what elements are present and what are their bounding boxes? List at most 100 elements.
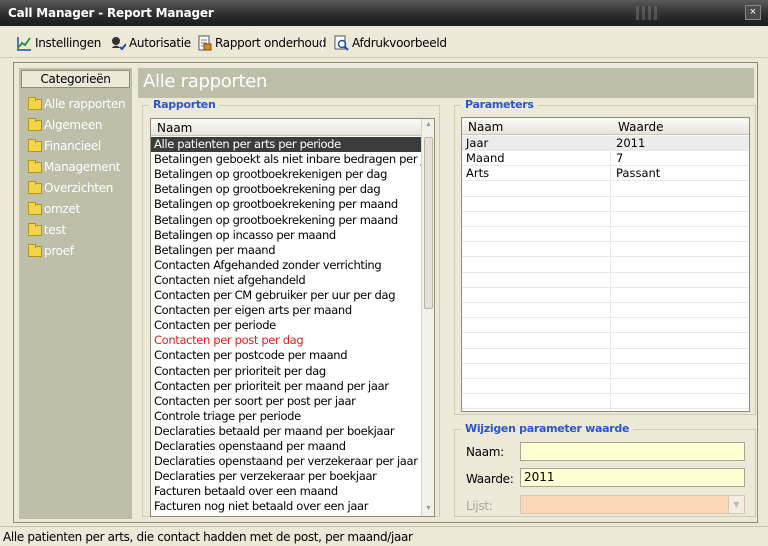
parameter-row[interactable] xyxy=(462,379,749,395)
column-header-waarde: Waarde xyxy=(618,120,664,134)
folder-icon xyxy=(28,201,42,215)
category-item-omzet[interactable]: omzet xyxy=(28,201,80,217)
close-button[interactable]: × xyxy=(745,5,761,20)
category-label: Financieel xyxy=(44,139,101,153)
parameter-row[interactable] xyxy=(462,227,749,243)
category-label: omzet xyxy=(44,202,80,216)
report-list-scrollbar[interactable]: ▲ ▼ xyxy=(421,119,434,516)
category-label: Management xyxy=(44,160,121,174)
report-list-item[interactable]: Contacten niet afgehandeld xyxy=(151,273,422,288)
report-list-item[interactable]: Betalingen op grootboekrekening per maan… xyxy=(151,197,422,212)
report-maintenance-button[interactable]: Rapport onderhoud xyxy=(196,34,327,51)
report-list-header[interactable]: Naam xyxy=(151,119,422,136)
parameter-row[interactable] xyxy=(462,288,749,303)
parameter-value: 7 xyxy=(616,151,624,166)
title-bar: Call Manager - Report Manager × xyxy=(0,0,768,26)
title-decoration xyxy=(636,6,660,20)
folder-icon xyxy=(28,180,42,194)
window-title: Call Manager - Report Manager xyxy=(8,6,214,20)
waarde-field[interactable]: 2011 xyxy=(520,468,745,487)
category-item-alle-rapporten[interactable]: Alle rapporten xyxy=(28,96,126,112)
report-list-item[interactable]: Facturen betaald over een maand xyxy=(151,484,422,499)
report-list-item[interactable]: Declaraties openstaand per verzekeraar p… xyxy=(151,454,422,469)
parameter-row[interactable] xyxy=(462,349,749,364)
parameter-row[interactable] xyxy=(462,197,749,212)
category-label: proef xyxy=(44,244,74,258)
report-list-item[interactable]: Facturen nog niet betaald over een jaar xyxy=(151,499,422,514)
column-header-naam: Naam xyxy=(157,121,193,135)
print-preview-button[interactable]: Afdrukvoorbeeld xyxy=(333,34,447,51)
category-sidebar: Categorieën Alle rapporten Algemeen Fina… xyxy=(19,68,132,519)
folder-icon xyxy=(28,159,42,173)
scroll-up-icon[interactable]: ▲ xyxy=(425,121,432,128)
toolbar-label-authorization: Autorisatie xyxy=(129,35,191,50)
parameter-name: Arts xyxy=(466,166,490,181)
parameter-row[interactable] xyxy=(462,318,749,334)
category-item-overzichten[interactable]: Overzichten xyxy=(28,180,113,196)
parameter-row[interactable]: Arts Passant xyxy=(462,166,749,182)
scroll-down-icon[interactable]: ▼ xyxy=(425,505,432,512)
toolbar-separator xyxy=(322,34,323,52)
naam-label: Naam: xyxy=(466,445,504,459)
category-item-financieel[interactable]: Financieel xyxy=(28,138,101,154)
parameter-row[interactable] xyxy=(462,242,749,258)
report-list-item[interactable]: Contacten per prioriteit per maand per j… xyxy=(151,379,422,394)
parameter-table-header: Naam Waarde xyxy=(462,118,749,135)
category-item-algemeen[interactable]: Algemeen xyxy=(28,117,103,133)
report-list-item[interactable]: Contacten Afgehanded zonder verrichting xyxy=(151,258,422,273)
report-list-item[interactable]: Contacten per periode xyxy=(151,318,422,333)
folder-icon xyxy=(28,243,42,257)
report-list-item[interactable]: Declaraties per verzekeraar per boekjaar xyxy=(151,469,422,484)
toolbar: Instellingen Autorisatie Rapport onderho… xyxy=(0,26,768,58)
folder-icon xyxy=(28,96,42,110)
authorization-button[interactable]: Autorisatie xyxy=(110,34,191,51)
parameter-row[interactable] xyxy=(462,364,749,379)
toolbar-label-settings: Instellingen xyxy=(35,35,102,50)
category-item-test[interactable]: test xyxy=(28,222,66,238)
parameter-row[interactable] xyxy=(462,394,749,410)
parameter-row[interactable] xyxy=(462,273,749,288)
toolbar-label-report-maintenance: Rapport onderhoud xyxy=(215,35,327,50)
parameter-row[interactable] xyxy=(462,258,749,273)
report-list-item[interactable]: Alle patienten per arts per periode xyxy=(151,137,422,152)
column-header-naam: Naam xyxy=(468,120,504,134)
main-panel: Categorieën Alle rapporten Algemeen Fina… xyxy=(13,62,758,523)
report-list-item[interactable]: Betalingen geboekt als niet inbare bedra… xyxy=(151,152,422,167)
chevron-down-icon: ▼ xyxy=(728,496,744,513)
parameter-table[interactable]: Naam Waarde Jaar 2011 Maand 7 Arts Passant xyxy=(461,117,750,412)
report-list-item[interactable]: Declaraties openstaand per maand xyxy=(151,439,422,454)
report-list-item[interactable]: Contacten per postcode per maand xyxy=(151,348,422,363)
report-list-item[interactable]: Betalingen per maand xyxy=(151,243,422,258)
report-list-item[interactable]: Betalingen op incasso per maand xyxy=(151,228,422,243)
parameter-row[interactable] xyxy=(462,182,749,197)
category-item-proef[interactable]: proef xyxy=(28,243,74,259)
report-list-item[interactable]: Contacten per post per dag xyxy=(151,333,422,348)
parameter-row[interactable] xyxy=(462,303,749,319)
parameter-row[interactable] xyxy=(462,212,749,227)
lijst-dropdown: ▼ xyxy=(520,495,745,514)
report-list-item[interactable]: Contacten per prioriteit per dag xyxy=(151,364,422,379)
report-list-item[interactable]: Contacten per CM gebruiker per uur per d… xyxy=(151,288,422,303)
page-title: Alle rapporten xyxy=(143,71,268,92)
report-list-item[interactable]: Contacten per eigen arts per maand xyxy=(151,303,422,318)
parameter-row[interactable]: Maand 7 xyxy=(462,151,749,167)
naam-field[interactable] xyxy=(520,442,745,461)
parameter-name: Maand xyxy=(466,151,505,166)
report-list-item[interactable]: Controle triage per periode xyxy=(151,409,422,424)
folder-icon xyxy=(28,117,42,131)
report-list-item[interactable]: Betalingen op grootboekrekening per maan… xyxy=(151,213,422,228)
report-list-item[interactable]: Betalingen op grootboekrekening per dag xyxy=(151,182,422,197)
report-list-item[interactable]: Betalingen op grootboekrekenigen per dag xyxy=(151,167,422,182)
parameter-row[interactable] xyxy=(462,334,749,349)
category-item-management[interactable]: Management xyxy=(28,159,120,175)
parameter-value: Passant xyxy=(616,166,661,181)
report-list-item[interactable]: Contacten per soort per post per jaar xyxy=(151,394,422,409)
parameter-row[interactable]: Jaar 2011 xyxy=(462,136,749,151)
settings-chart-icon xyxy=(17,36,31,51)
scrollbar-thumb[interactable] xyxy=(424,137,433,309)
report-list[interactable]: Naam Alle patienten per arts per periode… xyxy=(150,118,435,517)
report-list-item[interactable]: Declaraties betaald per maand per boekja… xyxy=(151,424,422,439)
category-label: Overzichten xyxy=(44,181,114,195)
settings-button[interactable]: Instellingen xyxy=(16,34,101,51)
status-text: Alle patienten per arts, die contact had… xyxy=(3,530,413,544)
